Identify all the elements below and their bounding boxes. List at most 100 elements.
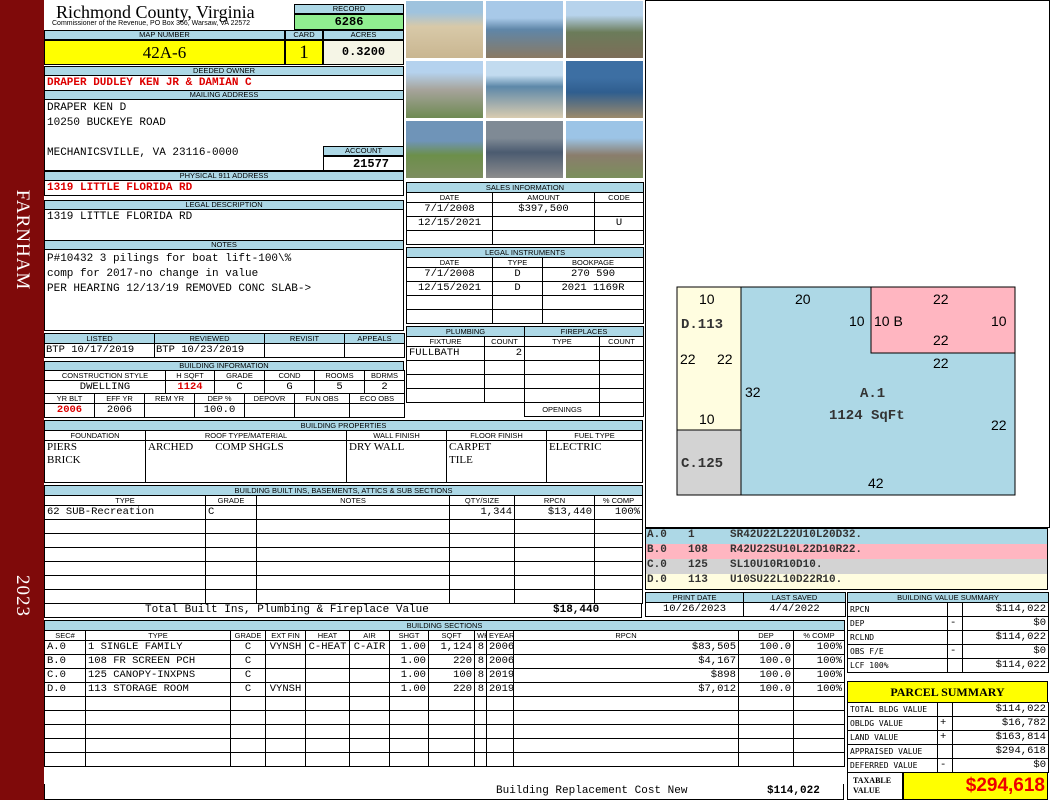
table-cell: 100% <box>792 654 846 669</box>
column-header: HEAT <box>305 630 350 641</box>
photo-beach[interactable] <box>405 0 484 59</box>
table-cell: 8 <box>474 668 487 683</box>
table-cell: DEP <box>847 616 948 631</box>
column-header: TYPE <box>44 495 206 506</box>
table-cell <box>85 710 231 725</box>
table-cell <box>738 724 794 739</box>
table-cell: 1 SINGLE FAMILY <box>85 640 231 655</box>
table-cell <box>599 374 644 389</box>
table-cell <box>265 738 306 753</box>
photo-house-front[interactable] <box>565 0 644 59</box>
table-cell <box>513 710 739 725</box>
sketch-label-a: A.1 <box>860 386 885 402</box>
table-cell: 100.0 <box>738 640 794 655</box>
table-cell <box>449 589 515 604</box>
table-cell: $0 <box>961 644 1050 659</box>
table-cell: 2006 <box>486 654 514 669</box>
photo-pier[interactable] <box>485 0 564 59</box>
built-ins-table: BUILDING BUILT INS, BASEMENTS, ATTICS & … <box>43 485 644 604</box>
table-cell <box>474 696 487 711</box>
table-cell <box>85 752 231 767</box>
column-header: ROOMS <box>314 370 365 381</box>
table-cell: C-HEAT <box>305 640 350 655</box>
table-cell <box>492 230 595 245</box>
column-header: AIR <box>349 630 390 641</box>
revisit-header: REVISIT <box>264 333 345 344</box>
table-cell: - <box>937 758 953 773</box>
table-cell <box>85 696 231 711</box>
sale-row <box>406 230 645 245</box>
built-in-row: 62 SUB-Recreation C 1,344 $13,440 100% <box>44 505 644 520</box>
photo-house-side[interactable] <box>405 60 484 119</box>
value-summary-row: OBS F/E - $0 <box>847 644 1050 659</box>
built-in-row <box>44 589 644 604</box>
column-header: SQFT <box>428 630 475 641</box>
table-cell <box>428 752 475 767</box>
table-cell <box>474 738 487 753</box>
sketch-dim: 32 <box>745 384 761 400</box>
column-header: SEC# <box>44 630 86 641</box>
column-header: CONSTRUCTION STYLE <box>44 370 166 381</box>
table-cell <box>738 738 794 753</box>
openings-label: OPENINGS <box>524 402 600 417</box>
table-cell <box>44 724 86 739</box>
section-row <box>44 738 846 753</box>
table-cell <box>428 710 475 725</box>
sketch-dim: 20 <box>795 291 811 307</box>
table-cell <box>513 696 739 711</box>
plumbing-row <box>406 374 525 389</box>
table-cell: C <box>205 505 257 520</box>
table-cell: C <box>230 668 266 683</box>
section-row <box>44 752 846 767</box>
photo-house-rear[interactable] <box>565 120 644 179</box>
mailing-line-2: 10250 BUCKEYE ROAD <box>47 117 166 129</box>
year-built: 2006 <box>44 403 95 418</box>
table-cell: 8 <box>474 640 487 655</box>
column-header: GRADE <box>230 630 266 641</box>
table-cell <box>406 309 493 324</box>
building-properties-table: BUILDING PROPERTIES FOUNDATION ROOF TYPE/… <box>43 420 644 483</box>
table-cell <box>484 388 525 403</box>
building-sketch: D.113 C.125 A.1 1124 SqFt 10 B 10 22 22 … <box>645 0 1050 528</box>
table-cell: $0 <box>952 758 1049 773</box>
table-cell <box>265 752 306 767</box>
parcel-row: APPRAISED VALUE $294,618 <box>847 744 1049 759</box>
table-cell <box>514 547 595 562</box>
instrument-row <box>406 309 645 324</box>
table-cell <box>792 724 846 739</box>
last-saved: 4/4/2022 <box>743 602 846 617</box>
table-cell <box>484 360 525 375</box>
built-ins-total-label: Total Built Ins, Plumbing & Fireplace Va… <box>145 604 429 616</box>
table-cell <box>205 575 257 590</box>
table-cell: LAND VALUE <box>847 730 938 745</box>
table-cell: C <box>230 654 266 669</box>
table-cell <box>44 561 206 576</box>
table-cell: 8 <box>474 654 487 669</box>
column-header: YR BLT <box>44 393 95 404</box>
sketch-dim: 10 <box>699 411 715 427</box>
building-properties-label: BUILDING PROPERTIES <box>43 420 644 431</box>
photo-shore[interactable] <box>485 60 564 119</box>
roof-value: ARCHED COMP SHGLS <box>145 440 347 483</box>
table-cell <box>792 696 846 711</box>
table-cell <box>474 710 487 725</box>
photo-dock[interactable] <box>565 60 644 119</box>
table-cell <box>486 710 514 725</box>
table-cell: + <box>937 730 953 745</box>
table-cell <box>44 738 86 753</box>
photo-yard[interactable] <box>405 120 484 179</box>
sales-label: SALES INFORMATION <box>405 182 645 193</box>
photo-porch[interactable] <box>485 120 564 179</box>
sketch-dim: 22 <box>680 351 696 367</box>
table-cell <box>256 533 450 548</box>
table-cell: $7,012 <box>513 682 739 697</box>
table-cell <box>524 346 600 361</box>
table-cell <box>738 696 794 711</box>
economic-obs <box>349 403 405 418</box>
table-cell <box>305 696 350 711</box>
column-header: TYPE <box>524 336 600 347</box>
listing-table: LISTED REVIEWED REVISIT APPEALS BTP 10/17/2… <box>44 333 405 358</box>
table-cell <box>792 752 846 767</box>
table-cell <box>593 561 644 576</box>
table-cell <box>44 533 206 548</box>
